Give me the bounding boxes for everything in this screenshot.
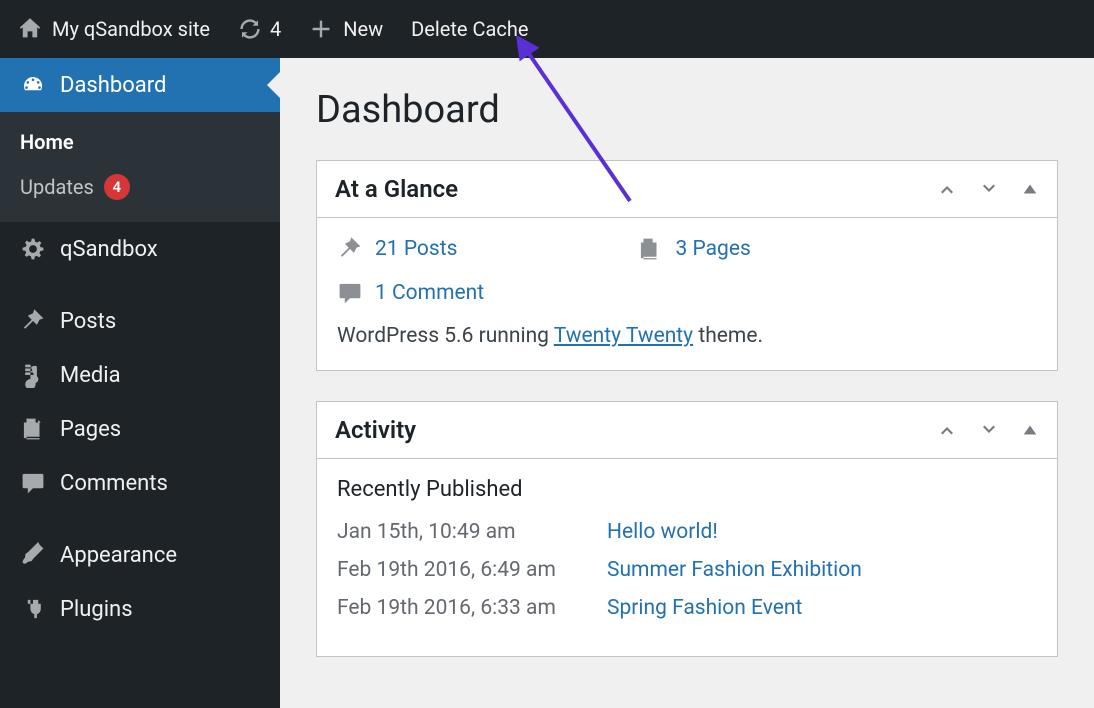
pages-icon: [637, 236, 663, 262]
updates-badge: 4: [104, 174, 130, 200]
sidebar-item-media[interactable]: Media: [0, 348, 280, 402]
comment-icon: [20, 470, 46, 496]
activity-header: Activity: [317, 402, 1057, 459]
site-link[interactable]: My qSandbox site: [18, 17, 210, 41]
chevron-up-icon[interactable]: [937, 420, 957, 440]
activity-box: Activity Recently Published Jan 15th, 10…: [316, 401, 1058, 657]
pin-icon: [337, 236, 363, 262]
pin-icon: [20, 308, 46, 334]
media-icon: [20, 362, 46, 388]
brush-icon: [20, 542, 46, 568]
sub-label: Home: [20, 130, 74, 154]
site-name: My qSandbox site: [52, 17, 210, 41]
activity-date: Jan 15th, 10:49 am: [337, 520, 607, 544]
box-title: Activity: [335, 416, 416, 444]
glance-pages[interactable]: 3 Pages: [637, 236, 750, 262]
refresh-icon: [238, 17, 262, 41]
box-controls: [937, 179, 1039, 199]
activity-row: Feb 19th 2016, 6:49 am Summer Fashion Ex…: [337, 558, 1037, 582]
sidebar-sub-updates[interactable]: Updates 4: [0, 164, 280, 210]
wp-version-suffix: theme.: [693, 324, 763, 348]
box-controls: [937, 420, 1039, 440]
comment-icon: [337, 280, 363, 306]
sidebar-label: Posts: [60, 309, 116, 334]
glance-posts[interactable]: 21 Posts: [337, 236, 457, 262]
plugin-icon: [20, 596, 46, 622]
sidebar-label: Pages: [60, 417, 121, 442]
page-title: Dashboard: [316, 88, 1058, 132]
updates-count: 4: [270, 17, 281, 41]
pages-icon: [20, 416, 46, 442]
sidebar-label: Dashboard: [60, 73, 166, 98]
glance-posts-link[interactable]: 21 Posts: [375, 237, 457, 261]
sidebar-item-qsandbox[interactable]: qSandbox: [0, 222, 280, 276]
dashboard-submenu: Home Updates 4: [0, 112, 280, 222]
wp-version-prefix: WordPress 5.6 running: [337, 324, 554, 348]
sidebar-label: Plugins: [60, 597, 133, 622]
chevron-up-icon[interactable]: [937, 179, 957, 199]
activity-row: Feb 19th 2016, 6:33 am Spring Fashion Ev…: [337, 596, 1037, 620]
sidebar-sub-home[interactable]: Home: [0, 120, 280, 164]
glance-pages-link[interactable]: 3 Pages: [675, 237, 750, 261]
gear-icon: [20, 236, 46, 262]
wp-version-line: WordPress 5.6 running Twenty Twenty them…: [337, 324, 1037, 348]
chevron-down-icon[interactable]: [979, 179, 999, 199]
updates-link[interactable]: 4: [238, 17, 281, 41]
sidebar-label: Comments: [60, 471, 168, 496]
theme-link[interactable]: Twenty Twenty: [554, 324, 693, 348]
sidebar-item-dashboard[interactable]: Dashboard: [0, 58, 280, 112]
activity-title-link[interactable]: Summer Fashion Exhibition: [607, 558, 862, 582]
triangle-up-icon[interactable]: [1021, 421, 1039, 439]
triangle-up-icon[interactable]: [1021, 180, 1039, 198]
new-label: New: [343, 17, 383, 41]
recently-published-heading: Recently Published: [337, 477, 1037, 502]
home-icon: [18, 17, 42, 41]
chevron-down-icon[interactable]: [979, 420, 999, 440]
activity-title-link[interactable]: Spring Fashion Event: [607, 596, 802, 620]
sidebar-item-plugins[interactable]: Plugins: [0, 582, 280, 636]
sidebar-item-posts[interactable]: Posts: [0, 294, 280, 348]
sidebar-item-comments[interactable]: Comments: [0, 456, 280, 510]
glance-comments-link[interactable]: 1 Comment: [375, 281, 484, 305]
activity-date: Feb 19th 2016, 6:33 am: [337, 596, 607, 620]
at-a-glance-header: At a Glance: [317, 161, 1057, 218]
at-a-glance-box: At a Glance 21 Posts 3 Pages: [316, 160, 1058, 371]
activity-row: Jan 15th, 10:49 am Hello world!: [337, 520, 1037, 544]
delete-cache-link[interactable]: Delete Cache: [411, 17, 528, 41]
activity-title-link[interactable]: Hello world!: [607, 520, 718, 544]
sidebar-item-appearance[interactable]: Appearance: [0, 528, 280, 582]
at-a-glance-body: 21 Posts 3 Pages 1 Comment WordPress 5.6…: [317, 218, 1057, 370]
new-link[interactable]: New: [309, 17, 383, 41]
admin-sidebar: Dashboard Home Updates 4 qSandbox Posts …: [0, 58, 280, 708]
activity-date: Feb 19th 2016, 6:49 am: [337, 558, 607, 582]
activity-body: Recently Published Jan 15th, 10:49 am He…: [317, 459, 1057, 656]
sidebar-label: Appearance: [60, 543, 177, 568]
plus-icon: [309, 17, 333, 41]
sidebar-item-pages[interactable]: Pages: [0, 402, 280, 456]
dashboard-icon: [20, 72, 46, 98]
admin-bar: My qSandbox site 4 New Delete Cache: [0, 0, 1094, 58]
main-content: Dashboard At a Glance 21 Posts 3 Pages: [280, 58, 1094, 708]
glance-comments[interactable]: 1 Comment: [337, 280, 484, 306]
sidebar-label: qSandbox: [60, 237, 158, 262]
box-title: At a Glance: [335, 175, 458, 203]
sidebar-label: Media: [60, 363, 121, 388]
sub-label: Updates: [20, 175, 94, 199]
delete-cache-label: Delete Cache: [411, 17, 528, 41]
